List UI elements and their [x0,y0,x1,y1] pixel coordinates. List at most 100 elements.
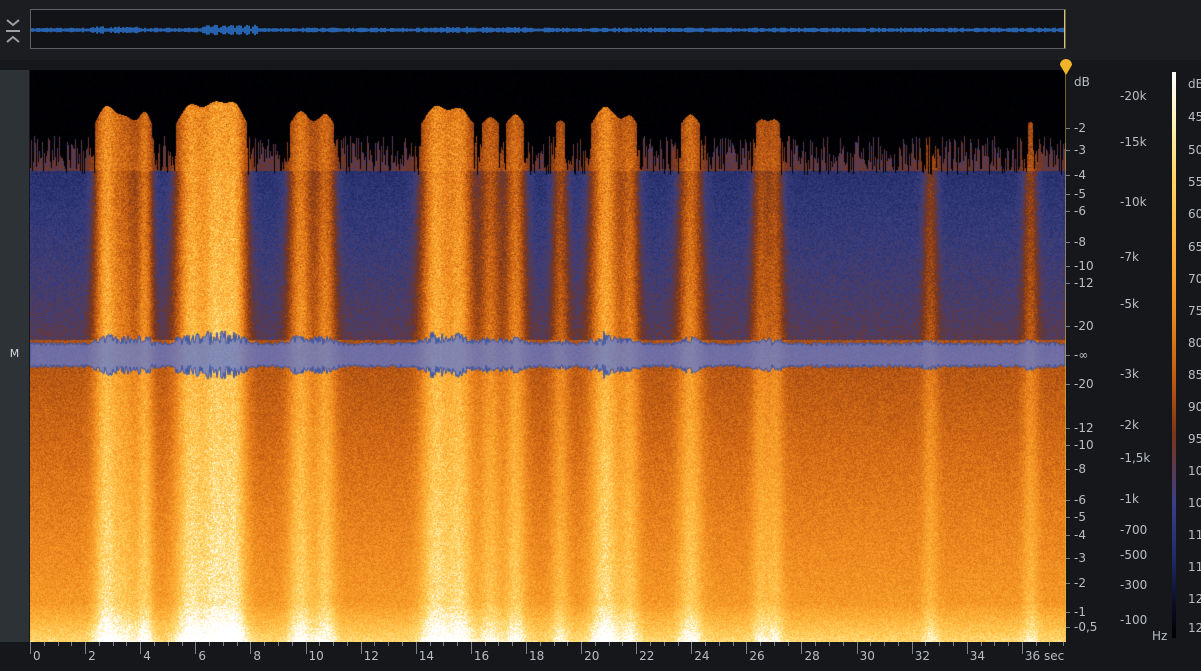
db-tick-label: -4 [1074,529,1086,541]
colorbar-label: 11 [1188,561,1201,573]
db-tick-label: -1 [1074,606,1086,618]
colorbar-label: 12 [1188,622,1201,634]
time-tick-mark [471,642,472,654]
time-tick-label: 16 [474,650,489,662]
time-tick-mark [140,642,141,654]
time-minor-tick [292,642,293,646]
db-tick-label: -3 [1074,144,1086,156]
time-axis: 0 2 4 6 8 10 12 14 16 18 20 22 24 26 28 30 32 34 36 sec [30,642,1066,671]
collapse-toggle-button[interactable] [2,14,24,48]
time-tick-label: 26 [749,650,764,662]
time-tick-mark [636,642,637,654]
db-tick-mark [1066,242,1070,243]
overview-navigator[interactable] [30,9,1066,49]
db-tick-label: -6 [1074,205,1086,217]
time-minor-tick [402,642,403,646]
time-minor-tick [126,642,127,646]
hz-tick-label: -1k [1120,493,1139,505]
db-axis: dB -2 -3 -4 -5 -6 -8 -10 -12 -20 -∞ -20 -12 -10 -8 -6 -5… [1066,70,1116,642]
time-tick-mark [195,642,196,654]
time-minor-tick [44,642,45,646]
colorbar-label: 65 [1188,241,1201,253]
time-minor-tick [443,642,444,646]
time-tick-mark [581,642,582,654]
time-minor-tick [237,642,238,646]
db-tick-mark [1066,283,1070,284]
time-tick-mark [967,642,968,654]
db-tick-label: -10 [1074,260,1094,272]
time-minor-tick [333,642,334,646]
time-tick-label: 30 [860,650,875,662]
time-minor-tick [99,642,100,646]
spectrogram-canvas [30,70,1066,642]
time-minor-tick [154,642,155,646]
colorbar-label: 12 [1188,593,1201,605]
time-tick-label: 6 [198,650,206,662]
db-tick-label: -2 [1074,122,1086,134]
time-tick-label: 28 [804,650,819,662]
colorbar-label: 75 [1188,305,1201,317]
db-tick-label: -5 [1074,188,1086,200]
time-tick-mark [1022,642,1023,654]
db-tick-mark [1066,500,1070,501]
time-tick-label: 8 [253,650,261,662]
db-tick-mark [1066,469,1070,470]
time-minor-tick [705,642,706,646]
time-tick-mark [361,642,362,654]
hz-tick-label: -20k [1120,90,1147,102]
time-minor-tick [609,642,610,646]
channel-strip[interactable]: M [0,70,29,642]
db-tick-label: -20 [1074,378,1094,390]
time-minor-tick [1008,642,1009,646]
time-minor-tick [870,642,871,646]
time-minor-tick [1063,642,1064,646]
time-tick-label: 0 [33,650,41,662]
hz-tick-label: -500 [1120,549,1147,561]
db-tick-mark [1066,128,1070,129]
time-tick-label: 2 [88,650,96,662]
colorbar-label: 10 [1188,497,1201,509]
time-tick-mark [416,642,417,654]
time-minor-tick [815,642,816,646]
hz-axis: -20k -15k -10k -7k -5k -3k -2k -1,5k -1k -700 -500… [1116,70,1168,642]
hz-tick-label: -2k [1120,419,1139,431]
time-minor-tick [485,642,486,646]
colorbar-label: 95 [1188,433,1201,445]
db-tick-mark [1066,175,1070,176]
time-minor-tick [512,642,513,646]
time-tick-mark [801,642,802,654]
time-tick-label: 14 [419,650,434,662]
time-tick-label: 24 [694,650,709,662]
time-tick-label: 10 [309,650,324,662]
time-minor-tick [209,642,210,646]
time-tick-mark [526,642,527,654]
time-minor-tick [58,642,59,646]
db-tick-mark [1066,558,1070,559]
db-tick-mark [1066,194,1070,195]
time-tick-mark [250,642,251,654]
db-tick-label: -10 [1074,439,1094,451]
time-minor-tick [622,642,623,646]
spectrogram-view[interactable] [30,70,1066,642]
time-tick-mark [306,642,307,654]
hz-tick-label: -15k [1120,136,1147,148]
time-minor-tick [223,642,224,646]
time-minor-tick [829,642,830,646]
time-tick-mark [85,642,86,654]
time-minor-tick [347,642,348,646]
time-minor-tick [994,642,995,646]
hz-tick-label: -1,5k [1120,452,1150,464]
time-minor-tick [374,642,375,646]
colorbar-label: 10 [1188,465,1201,477]
time-tick-mark [912,642,913,654]
colorbar-label: 45 [1188,111,1201,123]
db-tick-label: -3 [1074,552,1086,564]
colorbar-label: 55 [1188,176,1201,188]
db-tick-mark [1066,517,1070,518]
overview-waveform [31,10,1066,49]
hz-tick-label: -7k [1120,251,1139,263]
time-minor-tick [650,642,651,646]
hz-tick-label: -300 [1120,579,1147,591]
db-axis-unit: dB [1074,76,1090,88]
time-tick-label: 36 [1025,650,1040,662]
